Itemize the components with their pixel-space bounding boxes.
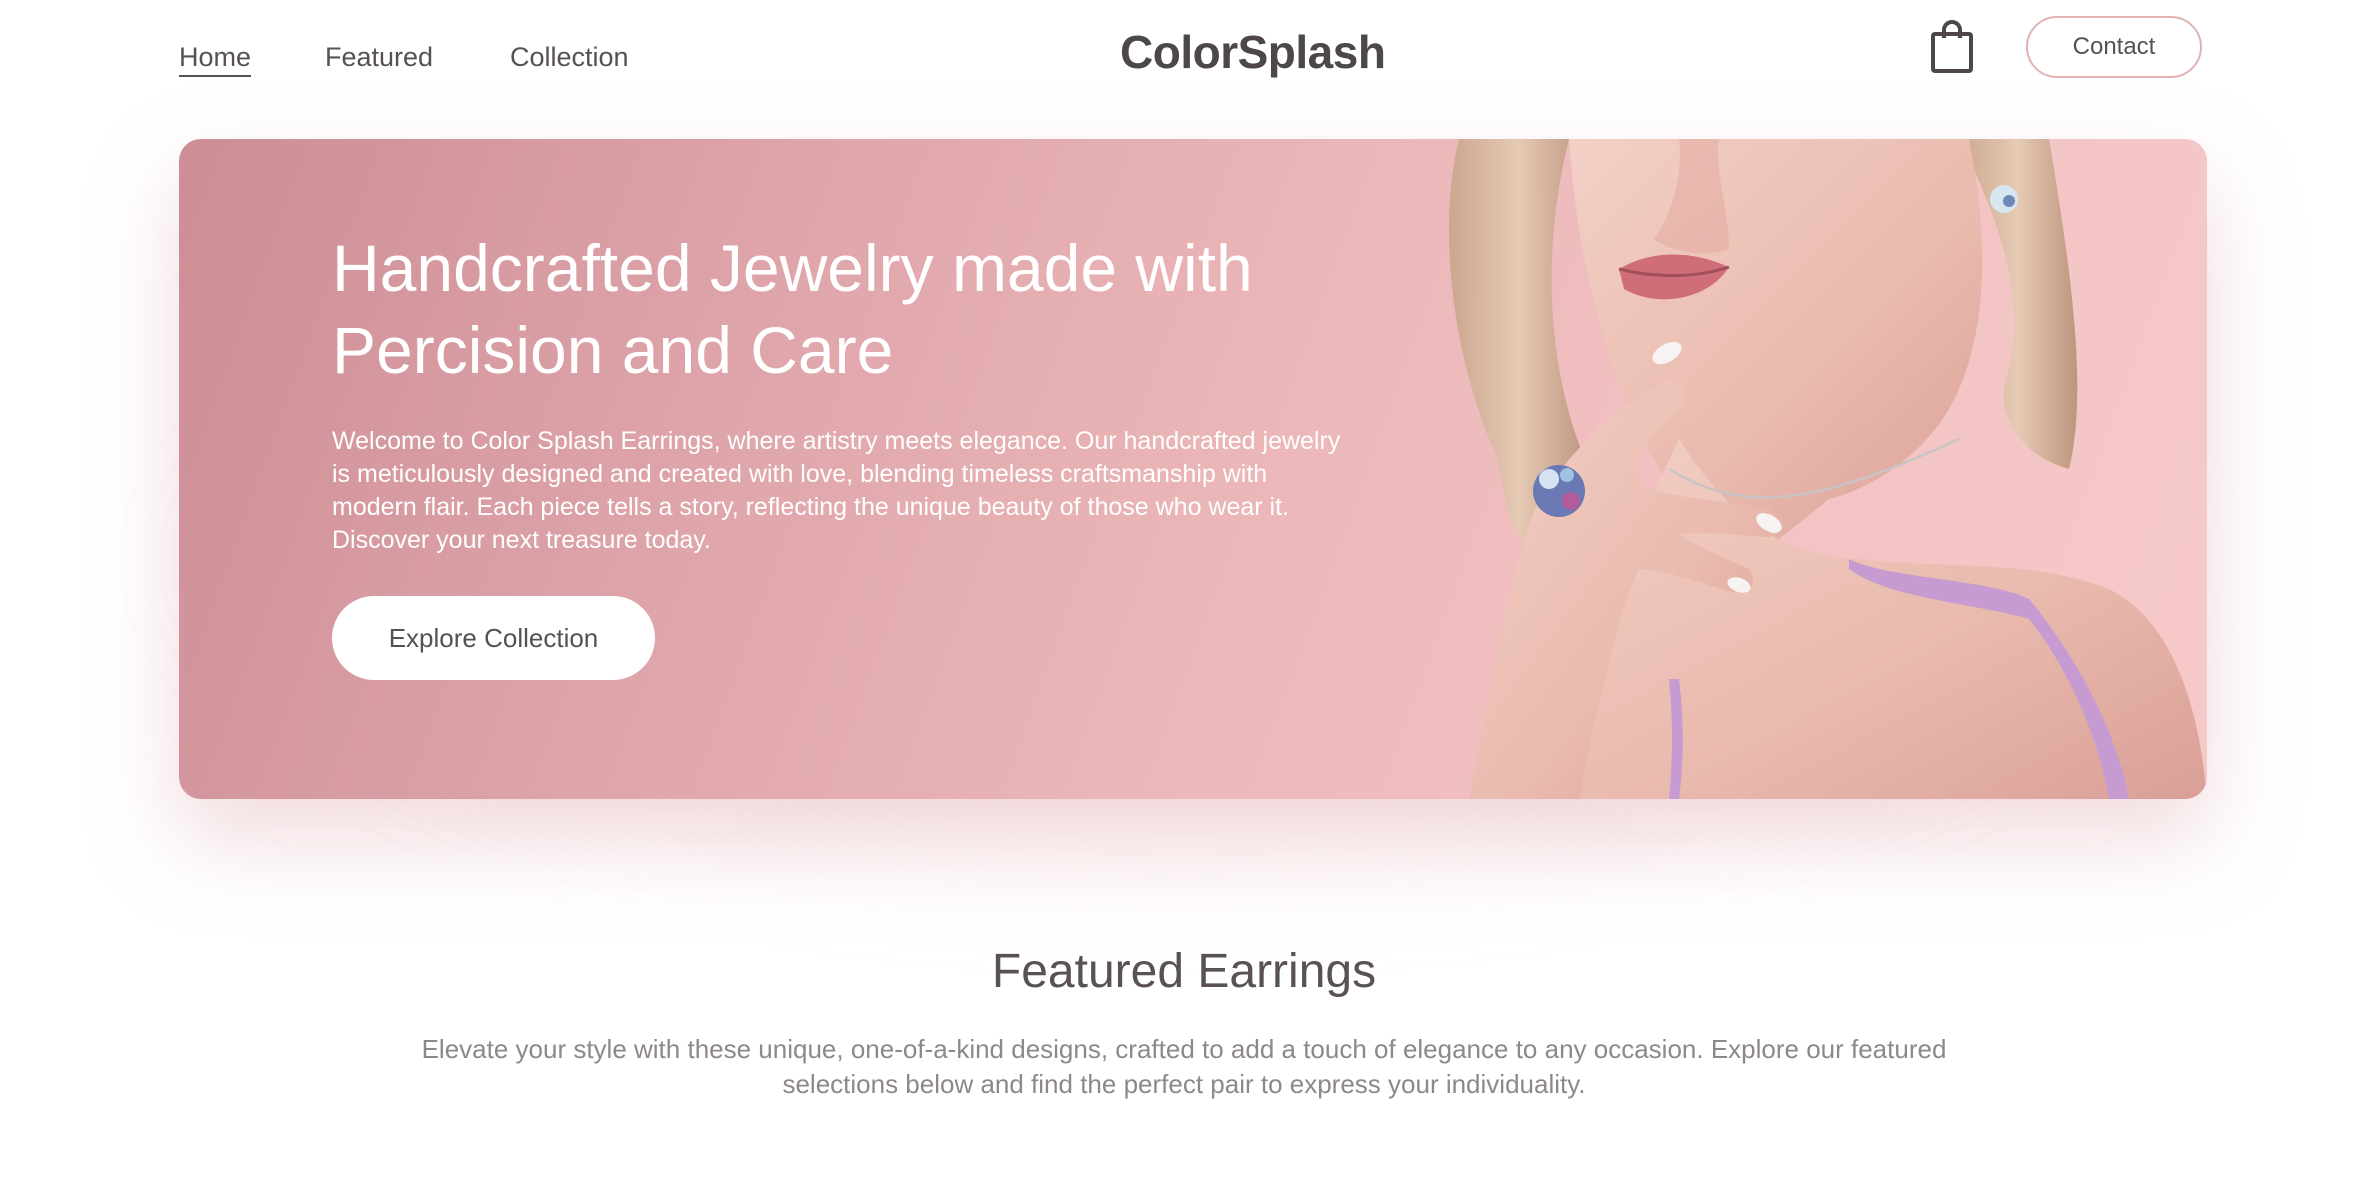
woman-wearing-jewelry-photo <box>1449 139 2207 799</box>
nav-link-home[interactable]: Home <box>179 40 252 77</box>
featured-section-description: Elevate your style with these unique, on… <box>421 1034 1947 1099</box>
contact-button[interactable]: Contact <box>2026 16 2202 78</box>
hero-title: Handcrafted Jewelry made with Percision … <box>332 231 1253 387</box>
nav-link-collection[interactable]: Collection <box>510 40 629 74</box>
shopping-bag-icon[interactable] <box>1930 20 1974 74</box>
page: Home Featured Collection ColorSplash Con… <box>0 0 2368 1188</box>
top-nav: Home Featured Collection ColorSplash Con… <box>0 0 2368 110</box>
brand-logo[interactable]: ColorSplash <box>1120 24 1386 80</box>
hero-description: Welcome to Color Splash Earrings, where … <box>332 427 1341 554</box>
hero-banner: Handcrafted Jewelry made with Percision … <box>179 139 2207 799</box>
featured-section-title: Featured Earrings <box>991 945 1377 998</box>
nav-link-featured[interactable]: Featured <box>325 40 433 74</box>
explore-collection-button[interactable]: Explore Collection <box>332 596 655 680</box>
